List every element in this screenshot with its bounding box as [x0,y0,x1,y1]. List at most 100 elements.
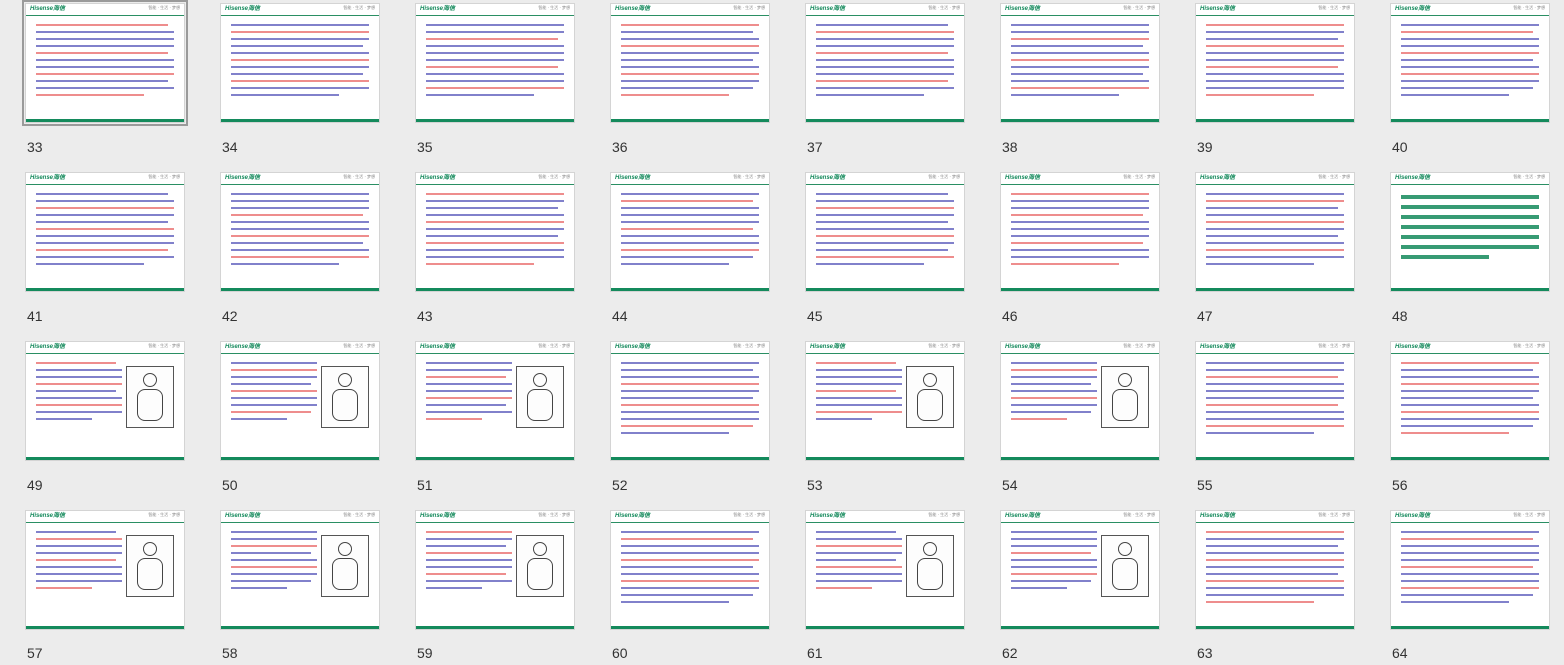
slide-thumbnail-39[interactable]: Hisense海信 智能 · 生活 · 梦想 39 [1195,3,1355,158]
slide-header: Hisense海信 智能 · 生活 · 梦想 [221,4,379,16]
slide-text-line [231,411,311,413]
slide-thumbnail-42[interactable]: Hisense海信 智能 · 生活 · 梦想 42 [220,172,380,327]
slide-text-line [426,66,558,68]
slide-thumbnail-43[interactable]: Hisense海信 智能 · 生活 · 梦想 43 [415,172,575,327]
slide-text-line [36,31,174,33]
slide-footer-bar [1391,119,1549,122]
slide-preview[interactable]: Hisense海信 智能 · 生活 · 梦想 [805,172,965,292]
hisense-logo: Hisense海信 [1395,344,1431,350]
slide-preview[interactable]: Hisense海信 智能 · 生活 · 梦想 [805,341,965,461]
slide-text-line [816,94,924,96]
slide-preview[interactable]: Hisense海信 智能 · 生活 · 梦想 [1390,3,1550,123]
slide-thumbnail-41[interactable]: Hisense海信 智能 · 生活 · 梦想 41 [25,172,185,327]
slide-preview[interactable]: Hisense海信 智能 · 生活 · 梦想 [1195,341,1355,461]
slide-footer-bar [1196,457,1354,460]
slide-preview[interactable]: Hisense海信 智能 · 生活 · 梦想 [610,3,770,123]
slide-thumbnail-62[interactable]: Hisense海信 智能 · 生活 · 梦想 62 [1000,510,1160,665]
slide-preview[interactable]: Hisense海信 智能 · 生活 · 梦想 [1000,3,1160,123]
slide-header: Hisense海信 智能 · 生活 · 梦想 [806,342,964,354]
slide-text-line [426,362,512,364]
slide-preview[interactable]: Hisense海信 智能 · 生活 · 梦想 [1390,172,1550,292]
slide-thumbnail-35[interactable]: Hisense海信 智能 · 生活 · 梦想 35 [415,3,575,158]
slide-preview[interactable]: Hisense海信 智能 · 生活 · 梦想 [610,510,770,630]
slide-thumbnail-48[interactable]: Hisense海信 智能 · 生活 · 梦想 48 [1390,172,1550,327]
slide-preview[interactable]: Hisense海信 智能 · 生活 · 梦想 [610,172,770,292]
slide-number: 38 [1002,139,1018,155]
slide-text-line [231,52,369,54]
slide-preview[interactable]: Hisense海信 智能 · 生活 · 梦想 [25,341,185,461]
slide-thumbnail-34[interactable]: Hisense海信 智能 · 生活 · 梦想 34 [220,3,380,158]
slide-text-line [1011,566,1097,568]
slide-thumbnail-33[interactable]: Hisense海信 智能 · 生活 · 梦想 33 [22,0,188,158]
slide-preview[interactable]: Hisense海信 智能 · 生活 · 梦想 [220,3,380,123]
slide-thumbnail-36[interactable]: Hisense海信 智能 · 生活 · 梦想 36 [610,3,770,158]
slide-preview[interactable]: Hisense海信 智能 · 生活 · 梦想 [1195,172,1355,292]
slide-thumbnail-53[interactable]: Hisense海信 智能 · 生活 · 梦想 53 [805,341,965,496]
slide-number: 49 [27,477,43,493]
slide-thumbnail-55[interactable]: Hisense海信 智能 · 生活 · 梦想 55 [1195,341,1355,496]
slide-footer-bar [416,119,574,122]
slide-thumbnail-58[interactable]: Hisense海信 智能 · 生活 · 梦想 58 [220,510,380,665]
slide-thumbnail-49[interactable]: Hisense海信 智能 · 生活 · 梦想 49 [25,341,185,496]
slide-thumbnail-51[interactable]: Hisense海信 智能 · 生活 · 梦想 51 [415,341,575,496]
slide-thumbnail-59[interactable]: Hisense海信 智能 · 生活 · 梦想 59 [415,510,575,665]
slide-text-line [621,242,759,244]
slide-thumbnail-63[interactable]: Hisense海信 智能 · 生活 · 梦想 63 [1195,510,1355,665]
slide-header: Hisense海信 智能 · 生活 · 梦想 [221,173,379,185]
slide-thumbnail-61[interactable]: Hisense海信 智能 · 生活 · 梦想 61 [805,510,965,665]
slide-preview[interactable]: Hisense海信 智能 · 生活 · 梦想 [1195,510,1355,630]
slide-thumbnail-50[interactable]: Hisense海信 智能 · 生活 · 梦想 50 [220,341,380,496]
slide-footer-bar [1391,288,1549,291]
slide-thumbnail-44[interactable]: Hisense海信 智能 · 生活 · 梦想 44 [610,172,770,327]
slide-preview[interactable]: Hisense海信 智能 · 生活 · 梦想 [415,3,575,123]
slide-thumbnail-52[interactable]: Hisense海信 智能 · 生活 · 梦想 52 [610,341,770,496]
hisense-logo: Hisense海信 [225,513,261,519]
slide-thumbnail-47[interactable]: Hisense海信 智能 · 生活 · 梦想 47 [1195,172,1355,327]
slide-preview[interactable]: Hisense海信 智能 · 生活 · 梦想 [25,510,185,630]
slide-preview[interactable]: Hisense海信 智能 · 生活 · 梦想 [1000,510,1160,630]
slide-thumbnail-56[interactable]: Hisense海信 智能 · 生活 · 梦想 56 [1390,341,1550,496]
slide-preview[interactable]: Hisense海信 智能 · 生活 · 梦想 [1390,341,1550,461]
slide-header: Hisense海信 智能 · 生活 · 梦想 [1001,173,1159,185]
slide-header: Hisense海信 智能 · 生活 · 梦想 [1391,511,1549,523]
slide-thumbnail-46[interactable]: Hisense海信 智能 · 生活 · 梦想 46 [1000,172,1160,327]
slide-text-line [1206,31,1344,33]
slide-preview[interactable]: Hisense海信 智能 · 生活 · 梦想 [220,510,380,630]
slide-header: Hisense海信 智能 · 生活 · 梦想 [26,4,184,16]
slide-preview[interactable]: Hisense海信 智能 · 生活 · 梦想 [415,510,575,630]
slide-preview[interactable]: Hisense海信 智能 · 生活 · 梦想 [805,3,965,123]
slide-text-line [1206,390,1344,392]
slide-text-line [426,573,506,575]
slide-thumbnail-37[interactable]: Hisense海信 智能 · 生活 · 梦想 37 [805,3,965,158]
slide-preview[interactable]: Hisense海信 智能 · 生活 · 梦想 [1000,172,1160,292]
slide-thumbnail-60[interactable]: Hisense海信 智能 · 生活 · 梦想 60 [610,510,770,665]
slide-preview[interactable]: Hisense海信 智能 · 生活 · 梦想 [1195,3,1355,123]
slide-thumbnail-45[interactable]: Hisense海信 智能 · 生活 · 梦想 45 [805,172,965,327]
slide-preview[interactable]: Hisense海信 智能 · 生活 · 梦想 [22,0,188,126]
slide-preview[interactable]: Hisense海信 智能 · 生活 · 梦想 [220,341,380,461]
slide-text-line [621,59,753,61]
slide-preview[interactable]: Hisense海信 智能 · 生活 · 梦想 [415,341,575,461]
slide-text-line [621,531,759,533]
slide-preview[interactable]: Hisense海信 智能 · 生活 · 梦想 [1000,341,1160,461]
slide-text-line [1401,73,1539,75]
slide-number: 64 [1392,645,1408,661]
slide-preview[interactable]: Hisense海信 智能 · 生活 · 梦想 [610,341,770,461]
slide-thumbnail-57[interactable]: Hisense海信 智能 · 生活 · 梦想 57 [25,510,185,665]
slide-footer-bar [221,457,379,460]
slide-preview[interactable]: Hisense海信 智能 · 生活 · 梦想 [220,172,380,292]
slide-illustration [126,535,174,597]
slide-preview[interactable]: Hisense海信 智能 · 生活 · 梦想 [25,172,185,292]
slide-thumbnail-64[interactable]: Hisense海信 智能 · 生活 · 梦想 64 [1390,510,1550,665]
slide-thumbnail-54[interactable]: Hisense海信 智能 · 生活 · 梦想 54 [1000,341,1160,496]
slide-thumbnail-38[interactable]: Hisense海信 智能 · 生活 · 梦想 38 [1000,3,1160,158]
slide-header: Hisense海信 智能 · 生活 · 梦想 [1196,173,1354,185]
slide-thumbnail-40[interactable]: Hisense海信 智能 · 生活 · 梦想 40 [1390,3,1550,158]
slide-tagline: 智能 · 生活 · 梦想 [1318,174,1350,179]
slide-preview[interactable]: Hisense海信 智能 · 生活 · 梦想 [805,510,965,630]
slide-tagline: 智能 · 生活 · 梦想 [928,174,960,179]
slide-preview[interactable]: Hisense海信 智能 · 生活 · 梦想 [415,172,575,292]
slide-text-line [621,411,759,413]
slide-preview[interactable]: Hisense海信 智能 · 生活 · 梦想 [1390,510,1550,630]
slide-text-line [1206,59,1344,61]
